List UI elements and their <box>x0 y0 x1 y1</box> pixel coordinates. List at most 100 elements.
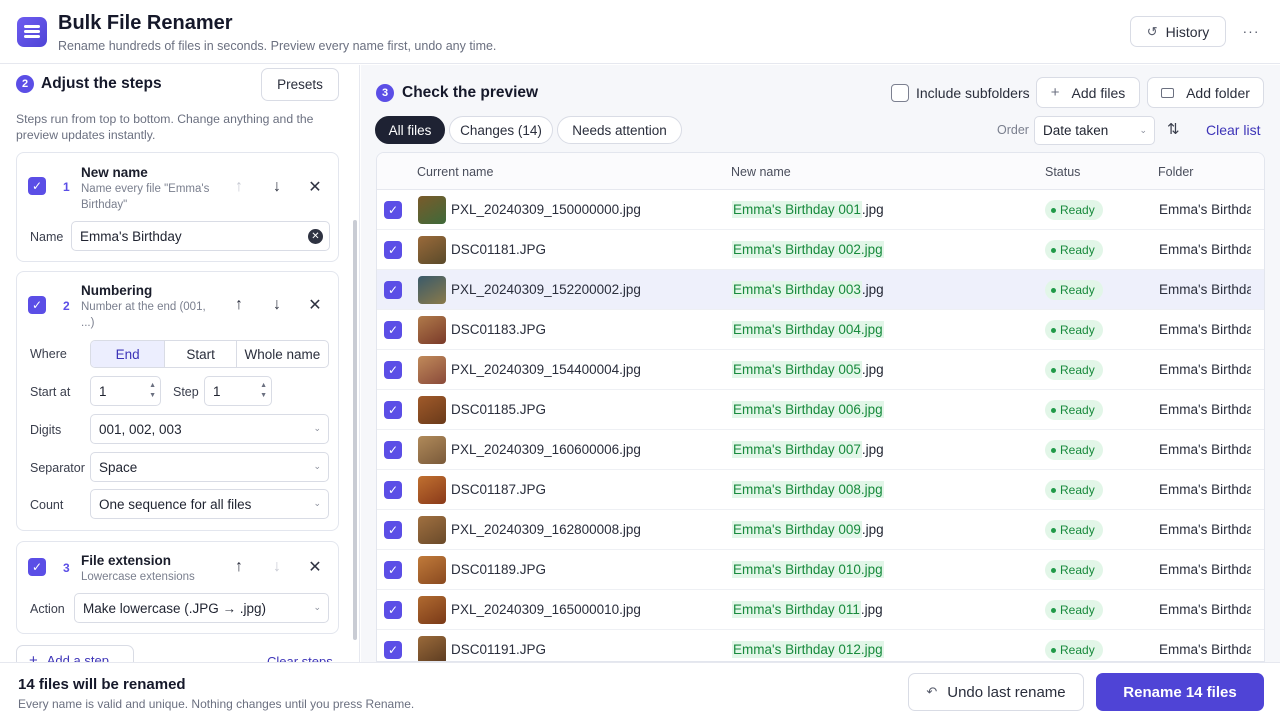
file-thumbnail <box>418 276 446 304</box>
current-name: DSC01181.JPG <box>451 242 547 257</box>
table-row[interactable]: ✓ PXL_20240309_154400004.jpg Emma's Birthd… <box>377 350 1264 390</box>
add-folder-button[interactable]: Add folder <box>1147 77 1264 108</box>
name-input[interactable]: Emma's Birthday ✕ <box>71 221 330 251</box>
table-row[interactable]: ✓ PXL_20240309_152200002.jpg Emma's Birthd… <box>377 270 1264 310</box>
clear-input-icon[interactable]: ✕ <box>308 229 323 244</box>
where-option-end[interactable]: End <box>91 341 165 367</box>
filter-tab-changes[interactable]: Changes (14) <box>449 116 553 144</box>
undo-last-rename-button[interactable]: ↶ Undo last rename <box>908 673 1084 711</box>
folder-icon <box>1161 87 1175 98</box>
start-at-input[interactable]: 1 ▲ ▼ <box>90 376 161 406</box>
count-select[interactable]: One sequence for all files ⌄ <box>90 489 329 519</box>
presets-button[interactable]: Presets <box>261 68 339 101</box>
filter-tab-all-files[interactable]: All files <box>375 116 445 144</box>
table-row[interactable]: ✓ DSC01189.JPG Emma's Birthday 010.jpg Read… <box>377 550 1264 590</box>
move-up-icon[interactable]: ↑ <box>229 557 249 577</box>
add-files-button[interactable]: + Add files <box>1036 77 1140 108</box>
separator-select[interactable]: Space ⌄ <box>90 452 329 482</box>
status-badge: Ready <box>1045 200 1103 220</box>
step-enabled-checkbox[interactable]: ✓ <box>28 296 46 314</box>
clear-steps-link[interactable]: Clear steps <box>267 654 333 662</box>
row-checkbox[interactable]: ✓ <box>384 561 402 579</box>
column-new-name[interactable]: New name <box>731 165 791 179</box>
current-name: PXL_20240309_160600006.jpg <box>451 442 641 457</box>
sort-direction-icon[interactable]: ⇅ <box>1167 120 1180 138</box>
step-input[interactable]: 1 ▲ ▼ <box>204 376 272 406</box>
new-name: Emma's Birthday 008.jpg <box>732 481 884 498</box>
app-subtitle: Rename hundreds of files in seconds. Pre… <box>58 39 497 53</box>
column-folder[interactable]: Folder <box>1158 165 1193 179</box>
folder-name: Emma's Birthday <box>1159 242 1251 257</box>
row-checkbox[interactable]: ✓ <box>384 401 402 419</box>
table-row[interactable]: ✓ PXL_20240309_150000000.jpg Emma's Birthd… <box>377 190 1264 230</box>
steps-scrollbar[interactable] <box>353 220 357 640</box>
digits-select[interactable]: 001, 002, 003 ⌄ <box>90 414 329 444</box>
row-checkbox[interactable]: ✓ <box>384 441 402 459</box>
row-checkbox[interactable]: ✓ <box>384 201 402 219</box>
column-status[interactable]: Status <box>1045 165 1080 179</box>
move-down-icon[interactable]: ↓ <box>267 557 287 577</box>
folder-name: Emma's Birthday <box>1159 482 1251 497</box>
where-option-whole-name[interactable]: Whole name <box>235 341 328 367</box>
stepper-arrows-icon[interactable]: ▲ ▼ <box>260 381 267 401</box>
folder-name: Emma's Birthday <box>1159 282 1251 297</box>
row-checkbox[interactable]: ✓ <box>384 481 402 499</box>
status-label: Ready <box>1060 243 1095 257</box>
current-name: PXL_20240309_165000010.jpg <box>451 602 641 617</box>
row-checkbox[interactable]: ✓ <box>384 321 402 339</box>
table-row[interactable]: ✓ PXL_20240309_165000010.jpg Emma's Birthd… <box>377 590 1264 630</box>
row-checkbox[interactable]: ✓ <box>384 361 402 379</box>
filter-tab-needs-attention[interactable]: Needs attention <box>557 116 682 144</box>
action-label: Action <box>30 602 65 616</box>
move-down-icon[interactable]: ↓ <box>267 177 287 197</box>
table-row[interactable]: ✓ DSC01185.JPG Emma's Birthday 006.jpg Read… <box>377 390 1264 430</box>
new-name-changed-part: Emma's Birthday 009 <box>732 521 862 538</box>
table-row[interactable]: ✓ DSC01191.JPG Emma's Birthday 012.jpg Read… <box>377 630 1264 661</box>
table-row[interactable]: ✓ DSC01183.JPG Emma's Birthday 004.jpg Read… <box>377 310 1264 350</box>
remove-step-icon[interactable]: ✕ <box>305 557 325 577</box>
include-subfolders-checkbox[interactable] <box>891 84 909 102</box>
new-name: Emma's Birthday 005.jpg <box>732 361 884 378</box>
row-checkbox[interactable]: ✓ <box>384 521 402 539</box>
order-select[interactable]: Date taken ⌄ <box>1034 116 1155 145</box>
step-subtitle: Number at the end (001, ...) <box>81 301 206 329</box>
new-name: Emma's Birthday 001.jpg <box>732 201 884 218</box>
remove-step-icon[interactable]: ✕ <box>305 295 325 315</box>
row-checkbox[interactable]: ✓ <box>384 641 402 659</box>
step-enabled-checkbox[interactable]: ✓ <box>28 558 46 576</box>
table-row[interactable]: ✓ DSC01181.JPG Emma's Birthday 002.jpg Read… <box>377 230 1264 270</box>
move-down-icon[interactable]: ↓ <box>267 295 287 315</box>
rename-files-button[interactable]: Rename 14 files <box>1096 673 1264 711</box>
move-up-icon[interactable]: ↑ <box>229 295 249 315</box>
table-row[interactable]: ✓ PXL_20240309_162800008.jpg Emma's Birthd… <box>377 510 1264 550</box>
row-checkbox[interactable]: ✓ <box>384 241 402 259</box>
more-menu-icon[interactable]: ··· <box>1240 20 1262 42</box>
where-segmented-control: End Start Whole name <box>90 340 329 368</box>
remove-step-icon[interactable]: ✕ <box>305 177 325 197</box>
add-step-button[interactable]: + Add a step <box>16 645 134 662</box>
row-checkbox[interactable]: ✓ <box>384 601 402 619</box>
new-name: Emma's Birthday 009.jpg <box>732 521 884 538</box>
column-current-name[interactable]: Current name <box>417 165 493 179</box>
file-thumbnail <box>418 636 446 661</box>
status-label: Ready <box>1060 363 1095 377</box>
step-index: 2 <box>63 299 70 313</box>
status-dot-icon <box>1051 607 1056 613</box>
clear-list-link[interactable]: Clear list <box>1206 122 1260 138</box>
step-enabled-checkbox[interactable]: ✓ <box>28 177 46 195</box>
where-option-start[interactable]: Start <box>164 341 235 367</box>
move-up-icon[interactable]: ↑ <box>229 177 249 197</box>
new-name: Emma's Birthday 006.jpg <box>732 401 884 418</box>
table-row[interactable]: ✓ DSC01187.JPG Emma's Birthday 008.jpg Read… <box>377 470 1264 510</box>
action-select[interactable]: Make lowercase (.JPG → .jpg) ⌄ <box>74 593 329 623</box>
count-value: One sequence for all files <box>99 496 252 512</box>
row-checkbox[interactable]: ✓ <box>384 281 402 299</box>
folder-name: Emma's Birthday <box>1159 442 1251 457</box>
undo-label: Undo last rename <box>947 683 1066 701</box>
stepper-arrows-icon[interactable]: ▲ ▼ <box>149 381 156 401</box>
table-row[interactable]: ✓ PXL_20240309_160600006.jpg Emma's Birthd… <box>377 430 1264 470</box>
history-button[interactable]: ↺ History <box>1130 16 1226 47</box>
step-badge: 3 <box>376 84 394 102</box>
app-title: Bulk File Renamer <box>58 12 233 34</box>
include-subfolders-option[interactable]: Include subfolders <box>891 84 1030 102</box>
